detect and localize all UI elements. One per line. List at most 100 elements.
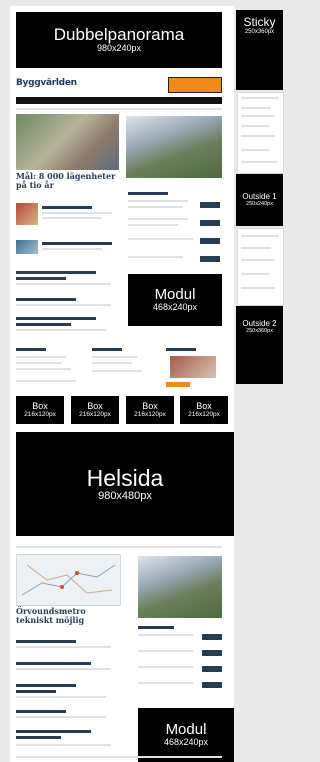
ad-box-title: Box	[142, 400, 158, 411]
article-text	[16, 744, 111, 746]
article-text	[42, 248, 102, 250]
sidebar-text	[128, 200, 188, 202]
article-text	[16, 329, 106, 331]
sidebar-text	[138, 634, 193, 636]
sidebar-logo	[200, 202, 220, 208]
sidebar-logo	[200, 256, 220, 262]
footer-text	[92, 362, 132, 364]
ad-helsida-title: Helsida	[86, 464, 164, 491]
article-title	[16, 736, 61, 739]
article-thumb	[16, 203, 38, 225]
article-text	[16, 696, 106, 698]
footer-title	[166, 348, 196, 351]
ad-box-2[interactable]: Box 216x120px	[71, 396, 119, 424]
side-article-image	[126, 116, 222, 178]
ad-box-size: 216x120px	[188, 411, 220, 419]
sidebar-text	[128, 218, 188, 220]
sidebar-logo	[202, 650, 222, 656]
footer-text	[16, 368, 71, 370]
main-article-image	[16, 114, 119, 170]
ad-modul-title: Modul	[154, 286, 196, 304]
sidebar-text	[138, 682, 193, 684]
sidebar-text	[138, 666, 193, 668]
article-title	[16, 323, 71, 326]
sidebar-text	[128, 238, 193, 240]
main-navigation[interactable]	[16, 97, 222, 104]
sub-navigation	[16, 546, 222, 548]
sidebar-text	[128, 256, 183, 258]
article-title	[16, 317, 96, 320]
article-title	[16, 662, 91, 665]
ad-outside-1-title: Outside 1	[242, 191, 277, 201]
article-title	[16, 298, 76, 301]
site-logo[interactable]: Byggvärlden	[16, 78, 77, 88]
ad-outside-2-title: Outside 2	[242, 319, 277, 328]
ad-box-title: Box	[196, 400, 212, 411]
sidebar-logo	[202, 634, 222, 640]
sub-navigation	[16, 108, 222, 110]
article-map	[16, 554, 121, 606]
ad-box-4[interactable]: Box 216x120px	[180, 396, 228, 424]
ad-outside-2-size: 250x360px	[246, 328, 273, 335]
ad-modul-2-size: 468x240px	[163, 736, 209, 747]
ad-dubbelpanorama-size: 980x240px	[96, 42, 142, 53]
map-graphic	[21, 564, 116, 596]
ad-box-3[interactable]: Box 216x120px	[126, 396, 174, 424]
footer-text	[16, 356, 66, 358]
article-title	[16, 730, 91, 733]
main-headline-2[interactable]: Örvoundsmetro tekniskt möjlig	[16, 607, 124, 625]
footer-text	[92, 370, 142, 372]
article-title	[16, 271, 96, 274]
article-title	[16, 684, 76, 687]
ad-sticky[interactable]: Sticky 250x360px	[236, 10, 283, 90]
footer-text	[16, 362, 61, 364]
ad-box-size: 216x120px	[24, 411, 56, 419]
footer-text	[16, 380, 76, 382]
sidebar-text	[128, 206, 183, 208]
ad-box-title: Box	[32, 400, 48, 411]
footer-button[interactable]	[166, 382, 190, 387]
ad-modul-2-title: Modul	[165, 721, 207, 739]
footer-image	[170, 356, 216, 378]
article-title	[16, 640, 76, 643]
article-text	[42, 217, 102, 219]
ad-outside-1-size: 250x240px	[246, 201, 273, 208]
ad-sticky-title: Sticky	[243, 15, 276, 29]
article-thumb	[16, 240, 38, 254]
page-mockup-frame: Dubbelpanorama 980x240px Byggvärlden Mål…	[10, 6, 234, 762]
article-text	[16, 646, 111, 648]
page-bottom-rule	[16, 756, 222, 758]
side-preview-2	[237, 228, 284, 306]
sidebar-logo	[200, 238, 220, 244]
ad-outside-2[interactable]: Outside 2 250x360px	[236, 306, 283, 384]
ad-outside-1[interactable]: Outside 1 250x240px	[236, 174, 283, 226]
ad-helsida[interactable]: Helsida 980x480px	[16, 432, 234, 536]
article-title	[42, 206, 92, 209]
article-title	[16, 710, 66, 713]
sidebar-text	[128, 224, 178, 226]
article-text	[16, 304, 111, 306]
ad-modul-2[interactable]: Modul 468x240px	[138, 708, 234, 762]
ad-dubbelpanorama-title: Dubbelpanorama	[53, 25, 185, 45]
ad-box-1[interactable]: Box 216x120px	[16, 396, 64, 424]
sidebar-logo	[202, 682, 222, 688]
ad-modul[interactable]: Modul 468x240px	[128, 274, 222, 326]
ad-box-title: Box	[87, 400, 103, 411]
footer-title	[16, 348, 46, 351]
ad-dubbelpanorama[interactable]: Dubbelpanorama 980x240px	[16, 12, 222, 68]
sidebar-text	[138, 650, 193, 652]
ad-box-size: 216x120px	[79, 411, 111, 419]
side-preview-1	[237, 92, 284, 174]
sidebar-logo	[202, 666, 222, 672]
article-title	[16, 690, 56, 693]
ad-modul-size: 468x240px	[152, 301, 198, 312]
ad-helsida-size: 980x480px	[98, 490, 152, 503]
sidebar-logo	[200, 220, 220, 226]
footer-text	[92, 356, 137, 358]
sidebar-title	[138, 626, 174, 629]
ad-sticky-size: 250x360px	[244, 28, 275, 35]
ad-box-size: 216x120px	[134, 411, 166, 419]
main-headline[interactable]: Mål: 8 000 lägenheter på tio år	[16, 172, 119, 190]
article-title	[16, 277, 66, 280]
article-text	[16, 716, 106, 718]
